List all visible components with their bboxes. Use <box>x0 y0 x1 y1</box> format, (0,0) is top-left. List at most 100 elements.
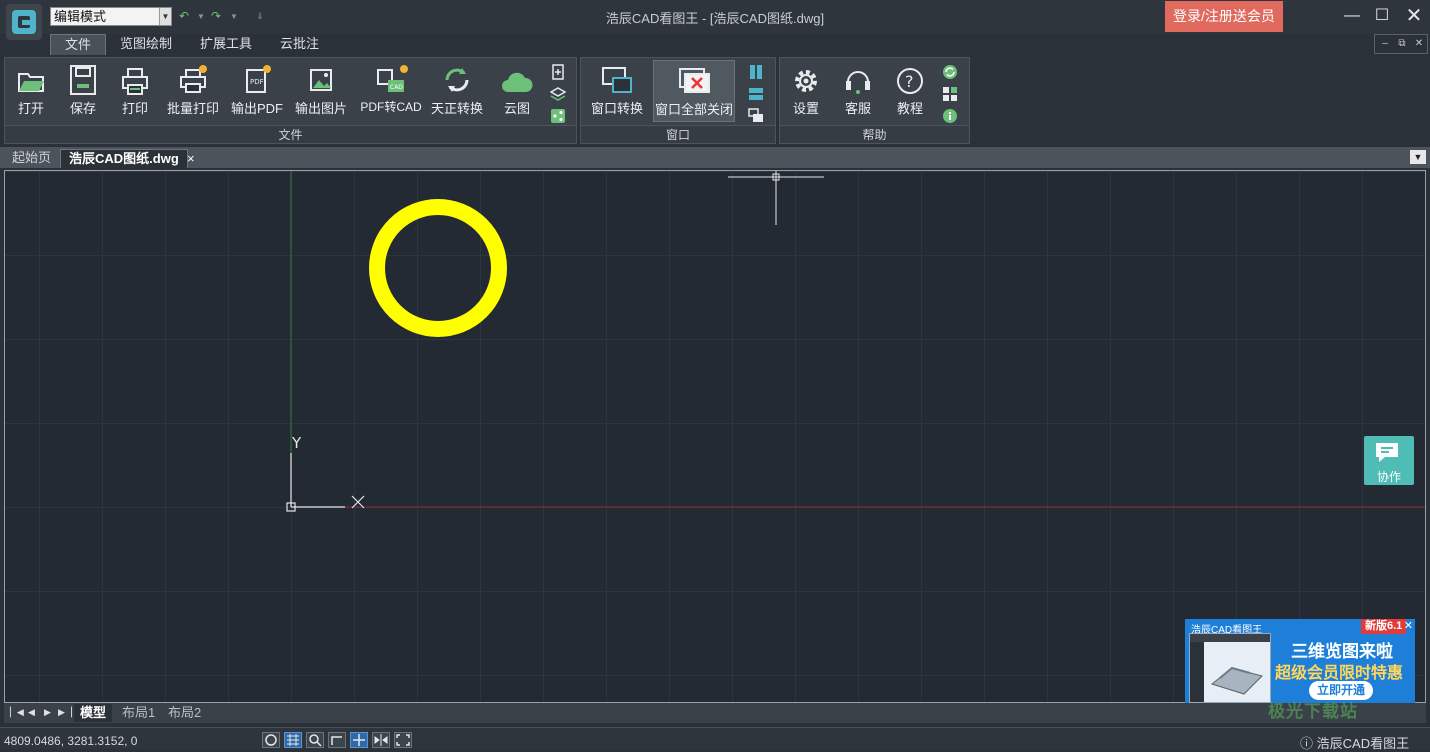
ribbon-group-help-label: 帮助 <box>780 125 969 143</box>
ribbon-group-file: 打开 保存 打印 批量打印 PDF 输出PDF 输出图片 CAD PDF转CAD <box>4 57 577 144</box>
svg-text:PDF: PDF <box>250 78 264 86</box>
image-export-icon <box>291 60 351 96</box>
promo-close-icon[interactable]: ✕ <box>1404 619 1413 632</box>
layout-tab-2[interactable]: 布局2 <box>162 704 207 722</box>
mode-select[interactable]: 编辑模式 ▼ <box>50 7 172 26</box>
next-layout-icon[interactable]: ▶ <box>44 707 51 718</box>
collaborate-button[interactable]: 协作 <box>1364 436 1414 485</box>
close-tab-icon[interactable]: × <box>187 151 195 166</box>
promo-version-badge: 新版6.1 <box>1361 619 1407 634</box>
mirror-icon[interactable] <box>372 732 390 748</box>
settings-button[interactable]: 设置 <box>784 60 828 122</box>
convert-arrows-icon <box>429 60 485 96</box>
close-all-windows-icon <box>654 61 734 97</box>
tile-horizontal-icon[interactable] <box>748 86 764 102</box>
printer-icon <box>113 60 157 96</box>
batch-print-button[interactable]: 批量打印 <box>163 60 223 122</box>
tab-view-draw[interactable]: 览图绘制 <box>106 34 186 55</box>
tangent-convert-button[interactable]: 天正转换 <box>429 60 485 122</box>
batch-printer-icon <box>163 60 223 96</box>
minimize-icon[interactable]: — <box>1340 5 1364 27</box>
mdi-restore-icon[interactable]: ⧉ <box>1394 37 1410 51</box>
window-switch-icon <box>585 60 649 96</box>
login-register-button[interactable]: 登录/注册送会员 <box>1165 1 1283 32</box>
cascade-icon[interactable] <box>748 108 764 124</box>
pdf-to-cad-icon: CAD <box>357 60 425 96</box>
tab-extension-tools[interactable]: 扩展工具 <box>186 34 266 55</box>
rotate-view-icon[interactable] <box>262 732 280 748</box>
tab-drawing-file[interactable]: 浩辰CAD图纸.dwg <box>60 149 188 168</box>
maximize-icon[interactable]: ☐ <box>1370 5 1394 27</box>
zoom-icon[interactable] <box>306 732 324 748</box>
tutorial-button[interactable]: ? 教程 <box>888 60 932 122</box>
layout-tab-bar: ▏◀ ◀ ▶ ▶▕ 模型 布局1 布局2 <box>4 703 1426 723</box>
layout-tab-1[interactable]: 布局1 <box>116 704 161 722</box>
tab-cloud-annotation[interactable]: 云批注 <box>266 34 333 55</box>
headset-icon <box>836 60 880 96</box>
svg-text:?: ? <box>905 72 914 91</box>
snap-icon[interactable] <box>350 732 368 748</box>
crosshair-cursor <box>728 171 824 225</box>
status-bar: 4809.0486, 3281.3152, 0 ⓘ 浩辰CAD看图王 <box>0 727 1430 752</box>
info-icon[interactable] <box>942 108 958 124</box>
mdi-minimize-icon[interactable]: – <box>1377 37 1393 51</box>
promo-banner[interactable]: 浩辰CAD看图王 新版6.1 ✕ 三维览图来啦 超级会员限时特惠 立即开通 <box>1185 619 1415 706</box>
promo-thumbnail-image <box>1189 633 1271 703</box>
save-button[interactable]: 保存 <box>61 60 105 122</box>
promo-subline: 超级会员限时特惠 <box>1275 665 1404 682</box>
mdi-window-controls: – ⧉ ✕ <box>1374 34 1428 54</box>
tab-file[interactable]: 文件 <box>50 34 107 55</box>
undo-icon[interactable]: ↶ <box>179 9 189 23</box>
export-pdf-button[interactable]: PDF 输出PDF <box>231 60 283 122</box>
pdf-to-cad-button[interactable]: CAD PDF转CAD <box>357 60 425 122</box>
window-switch-button[interactable]: 窗口转换 <box>585 60 649 122</box>
tile-vertical-icon[interactable] <box>748 64 764 80</box>
undo-dropdown-icon[interactable]: ▼ <box>197 12 205 21</box>
layer-icon[interactable] <box>549 86 567 102</box>
mode-select-value: 编辑模式 <box>54 9 107 24</box>
first-layout-icon[interactable]: ▏◀ <box>10 707 24 718</box>
ucs-y-label: Y <box>291 434 302 452</box>
ribbon-group-window-label: 窗口 <box>581 125 775 143</box>
grid-toggle-icon[interactable] <box>284 732 302 748</box>
print-button[interactable]: 打印 <box>113 60 157 122</box>
apps-grid-icon[interactable] <box>942 86 958 102</box>
chevron-down-icon: ▼ <box>159 8 171 25</box>
ribbon-tab-bar: 文件 览图绘制 扩展工具 云批注 <box>50 34 333 55</box>
redo-icon[interactable]: ↷ <box>211 9 221 23</box>
collaborate-label: 协作 <box>1376 470 1401 484</box>
mdi-close-icon[interactable]: ✕ <box>1411 37 1427 51</box>
svg-text:CAD: CAD <box>390 84 403 91</box>
fullscreen-icon[interactable] <box>394 732 412 748</box>
document-tab-bar: 起始页 浩辰CAD图纸.dwg × ▼ <box>0 147 1430 168</box>
folder-open-icon <box>9 60 53 96</box>
gear-icon <box>784 60 828 96</box>
new-file-icon[interactable] <box>550 64 566 80</box>
close-all-windows-button[interactable]: 窗口全部关闭 <box>653 60 735 122</box>
prev-layout-icon[interactable]: ◀ <box>28 707 35 718</box>
share-icon[interactable] <box>550 108 566 124</box>
export-image-button[interactable]: 输出图片 <box>291 60 351 122</box>
redo-dropdown-icon[interactable]: ▼ <box>230 12 238 21</box>
pdf-export-icon: PDF <box>231 60 283 96</box>
last-layout-icon[interactable]: ▶▕ <box>58 707 72 718</box>
tab-list-dropdown-icon[interactable]: ▼ <box>1410 150 1426 164</box>
help-question-icon: ? <box>888 60 932 96</box>
customize-quick-access-icon[interactable]: ⇓ <box>256 11 264 22</box>
status-app-info[interactable]: ⓘ 浩辰CAD看图王 <box>1300 733 1409 752</box>
ribbon-group-file-label: 文件 <box>5 125 576 143</box>
app-logo-icon[interactable] <box>6 4 42 40</box>
close-icon[interactable]: ✕ <box>1402 5 1426 27</box>
refresh-icon[interactable] <box>942 64 958 80</box>
tab-start-page[interactable]: 起始页 <box>4 149 59 168</box>
open-button[interactable]: 打开 <box>9 60 53 122</box>
layout-tab-model[interactable]: 模型 <box>74 704 113 722</box>
ribbon-group-window: 窗口转换 窗口全部关闭 窗口 <box>580 57 776 144</box>
cloud-drawing-button[interactable]: 云图 <box>495 60 539 122</box>
cursor-coordinates: 4809.0486, 3281.3152, 0 <box>4 734 138 748</box>
ucs-icon <box>286 453 365 512</box>
chat-bubble-icon <box>1364 441 1414 468</box>
customer-service-button[interactable]: 客服 <box>836 60 880 122</box>
ortho-icon[interactable] <box>328 732 346 748</box>
title-bar: 编辑模式 ▼ ↶ ▼ ↷ ▼ ⇓ 浩辰CAD看图王 - [浩辰CAD图纸.dwg… <box>0 0 1430 40</box>
